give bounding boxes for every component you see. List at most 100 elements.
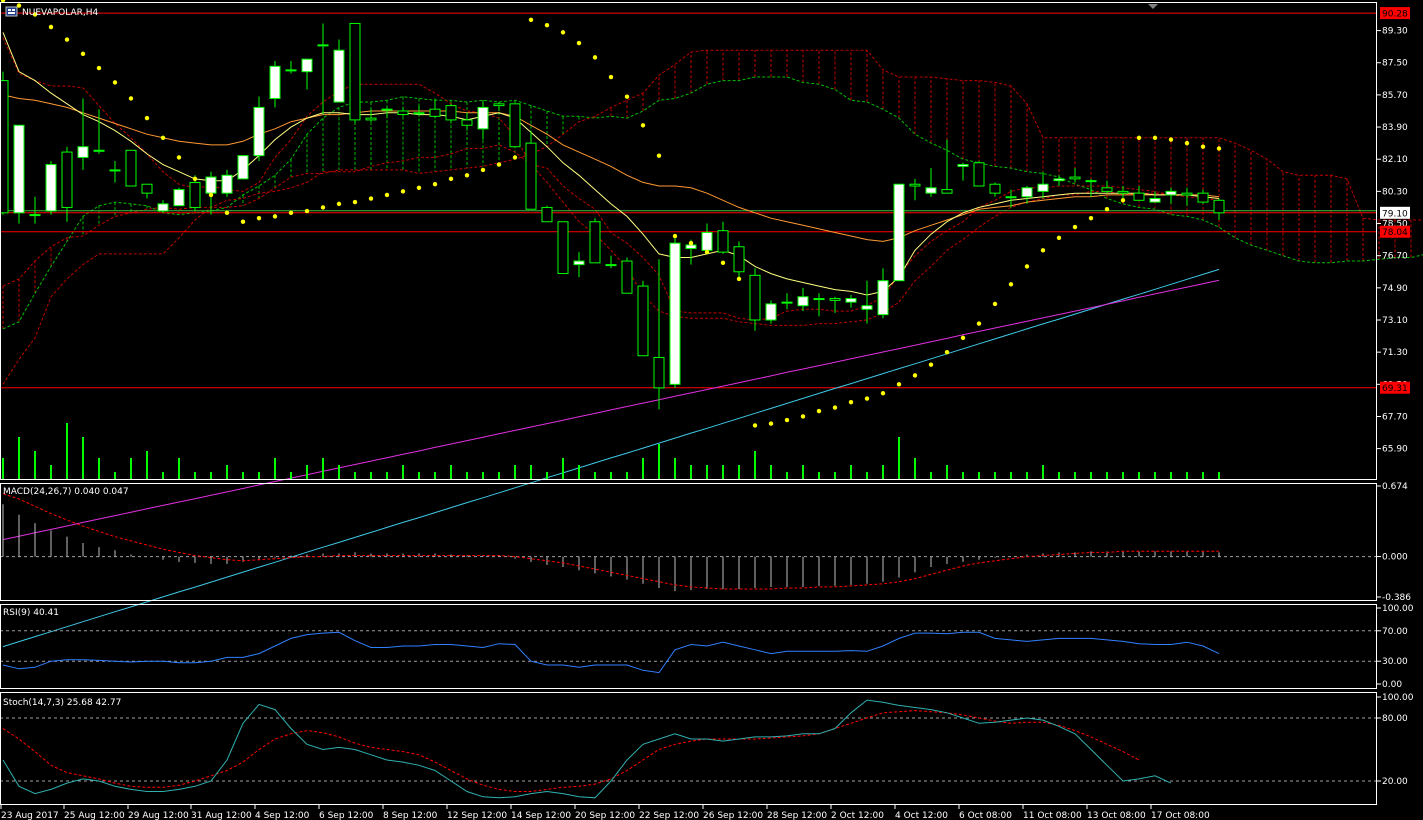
bear-candle[interactable]: [941, 189, 953, 194]
bear-candle[interactable]: [189, 181, 201, 208]
bear-candle[interactable]: [0, 80, 9, 214]
rsi-axis-label: 30.00: [1382, 657, 1408, 667]
bear-candle[interactable]: [637, 285, 649, 357]
bear-candle[interactable]: [733, 246, 745, 273]
bear-candle[interactable]: [909, 183, 921, 187]
bear-candle[interactable]: [61, 151, 73, 208]
bear-candle[interactable]: [141, 183, 153, 194]
bear-candle[interactable]: [749, 274, 761, 321]
bear-candle[interactable]: [1197, 192, 1209, 203]
bull-candle[interactable]: [877, 280, 889, 316]
bull-candle[interactable]: [685, 244, 697, 250]
bull-candle[interactable]: [317, 44, 329, 47]
bull-candle[interactable]: [77, 146, 89, 158]
bear-candle[interactable]: [653, 357, 665, 389]
bull-candle[interactable]: [813, 298, 825, 301]
bear-candle[interactable]: [621, 260, 633, 294]
sar-dot: [256, 215, 262, 221]
bull-candle[interactable]: [253, 106, 265, 157]
bull-candle[interactable]: [861, 305, 873, 310]
bear-candle[interactable]: [589, 221, 601, 264]
bull-candle[interactable]: [477, 106, 489, 130]
bear-candle[interactable]: [557, 221, 569, 275]
price-axis-label: 87.50: [1382, 59, 1408, 69]
bull-candle[interactable]: [301, 58, 313, 73]
bear-candle[interactable]: [1133, 192, 1145, 201]
bull-candle[interactable]: [285, 69, 297, 72]
bear-candle[interactable]: [525, 142, 537, 210]
bull-candle[interactable]: [29, 214, 41, 217]
bull-candle[interactable]: [701, 231, 713, 251]
time-axis-label: 11 Oct 08:00: [1023, 811, 1082, 820]
bear-candle[interactable]: [397, 110, 409, 116]
bull-candle[interactable]: [1037, 183, 1049, 192]
price-axis-label: 67.70: [1382, 412, 1408, 422]
bear-candle[interactable]: [461, 119, 473, 126]
bull-candle[interactable]: [1005, 196, 1017, 199]
bull-candle[interactable]: [109, 169, 121, 172]
bull-candle[interactable]: [173, 189, 185, 207]
bull-candle[interactable]: [957, 164, 969, 167]
bull-candle[interactable]: [45, 164, 57, 212]
bull-candle[interactable]: [797, 296, 809, 307]
rsi-axis-label: 70.00: [1382, 627, 1408, 637]
sar-dot: [1008, 282, 1014, 287]
stoch-title: Stoch(14,7,3) 25.68 42.77: [3, 698, 121, 708]
bull-candle[interactable]: [605, 264, 617, 267]
bull-candle[interactable]: [157, 203, 169, 212]
bear-candle[interactable]: [1213, 199, 1225, 214]
sar-dot: [112, 80, 118, 85]
sar-dot: [576, 40, 582, 46]
sar-dot: [960, 335, 966, 341]
macd-axis-label: 0.674: [1382, 482, 1408, 492]
sar-dot: [384, 192, 390, 198]
bull-candle[interactable]: [333, 49, 345, 103]
sar-dot: [944, 349, 950, 355]
bull-candle[interactable]: [765, 303, 777, 321]
macd-title: MACD(24,26,7) 0.040 0.047: [3, 487, 129, 497]
bear-candle[interactable]: [349, 22, 361, 121]
bull-candle[interactable]: [413, 112, 425, 115]
bull-candle[interactable]: [205, 176, 217, 194]
bear-candle[interactable]: [1181, 192, 1193, 196]
sar-dot: [64, 37, 70, 42]
bear-candle[interactable]: [493, 103, 505, 107]
bear-candle[interactable]: [829, 298, 841, 301]
bull-candle[interactable]: [221, 174, 233, 194]
bear-candle[interactable]: [973, 162, 985, 187]
bull-candle[interactable]: [13, 124, 25, 214]
bull-candle[interactable]: [925, 187, 937, 194]
bull-candle[interactable]: [381, 108, 393, 111]
bull-candle[interactable]: [893, 183, 905, 282]
price-axis-label: 73.10: [1382, 316, 1408, 326]
bull-candle[interactable]: [1053, 178, 1065, 182]
sar-dot: [656, 153, 662, 158]
bull-candle[interactable]: [93, 149, 105, 152]
bear-candle[interactable]: [1069, 176, 1081, 180]
bear-candle[interactable]: [1117, 190, 1129, 194]
bull-candle[interactable]: [237, 155, 249, 180]
sar-dot: [288, 210, 294, 216]
bull-candle[interactable]: [1165, 190, 1177, 196]
bear-candle[interactable]: [125, 149, 137, 187]
bear-candle[interactable]: [509, 103, 521, 148]
bull-candle[interactable]: [781, 301, 793, 304]
bear-candle[interactable]: [429, 108, 441, 117]
bear-candle[interactable]: [365, 117, 377, 121]
bull-candle[interactable]: [1149, 198, 1161, 203]
bull-candle[interactable]: [669, 242, 681, 385]
bull-candle[interactable]: [269, 65, 281, 99]
bull-candle[interactable]: [845, 298, 857, 303]
bear-candle[interactable]: [445, 105, 457, 121]
bear-candle[interactable]: [989, 183, 1001, 194]
bull-candle[interactable]: [1085, 180, 1097, 183]
bull-candle[interactable]: [1021, 187, 1033, 198]
bull-candle[interactable]: [573, 260, 585, 266]
bear-candle[interactable]: [717, 230, 729, 253]
bear-candle[interactable]: [1101, 187, 1113, 192]
bear-candle[interactable]: [541, 206, 553, 223]
trading-chart[interactable]: 89.3087.5085.7083.9082.1080.3078.5076.70…: [0, 0, 1423, 820]
time-axis-label: 31 Aug 12:00: [191, 811, 252, 820]
sar-dot: [592, 55, 598, 60]
time-axis-label: 2 Oct 12:00: [831, 811, 884, 820]
